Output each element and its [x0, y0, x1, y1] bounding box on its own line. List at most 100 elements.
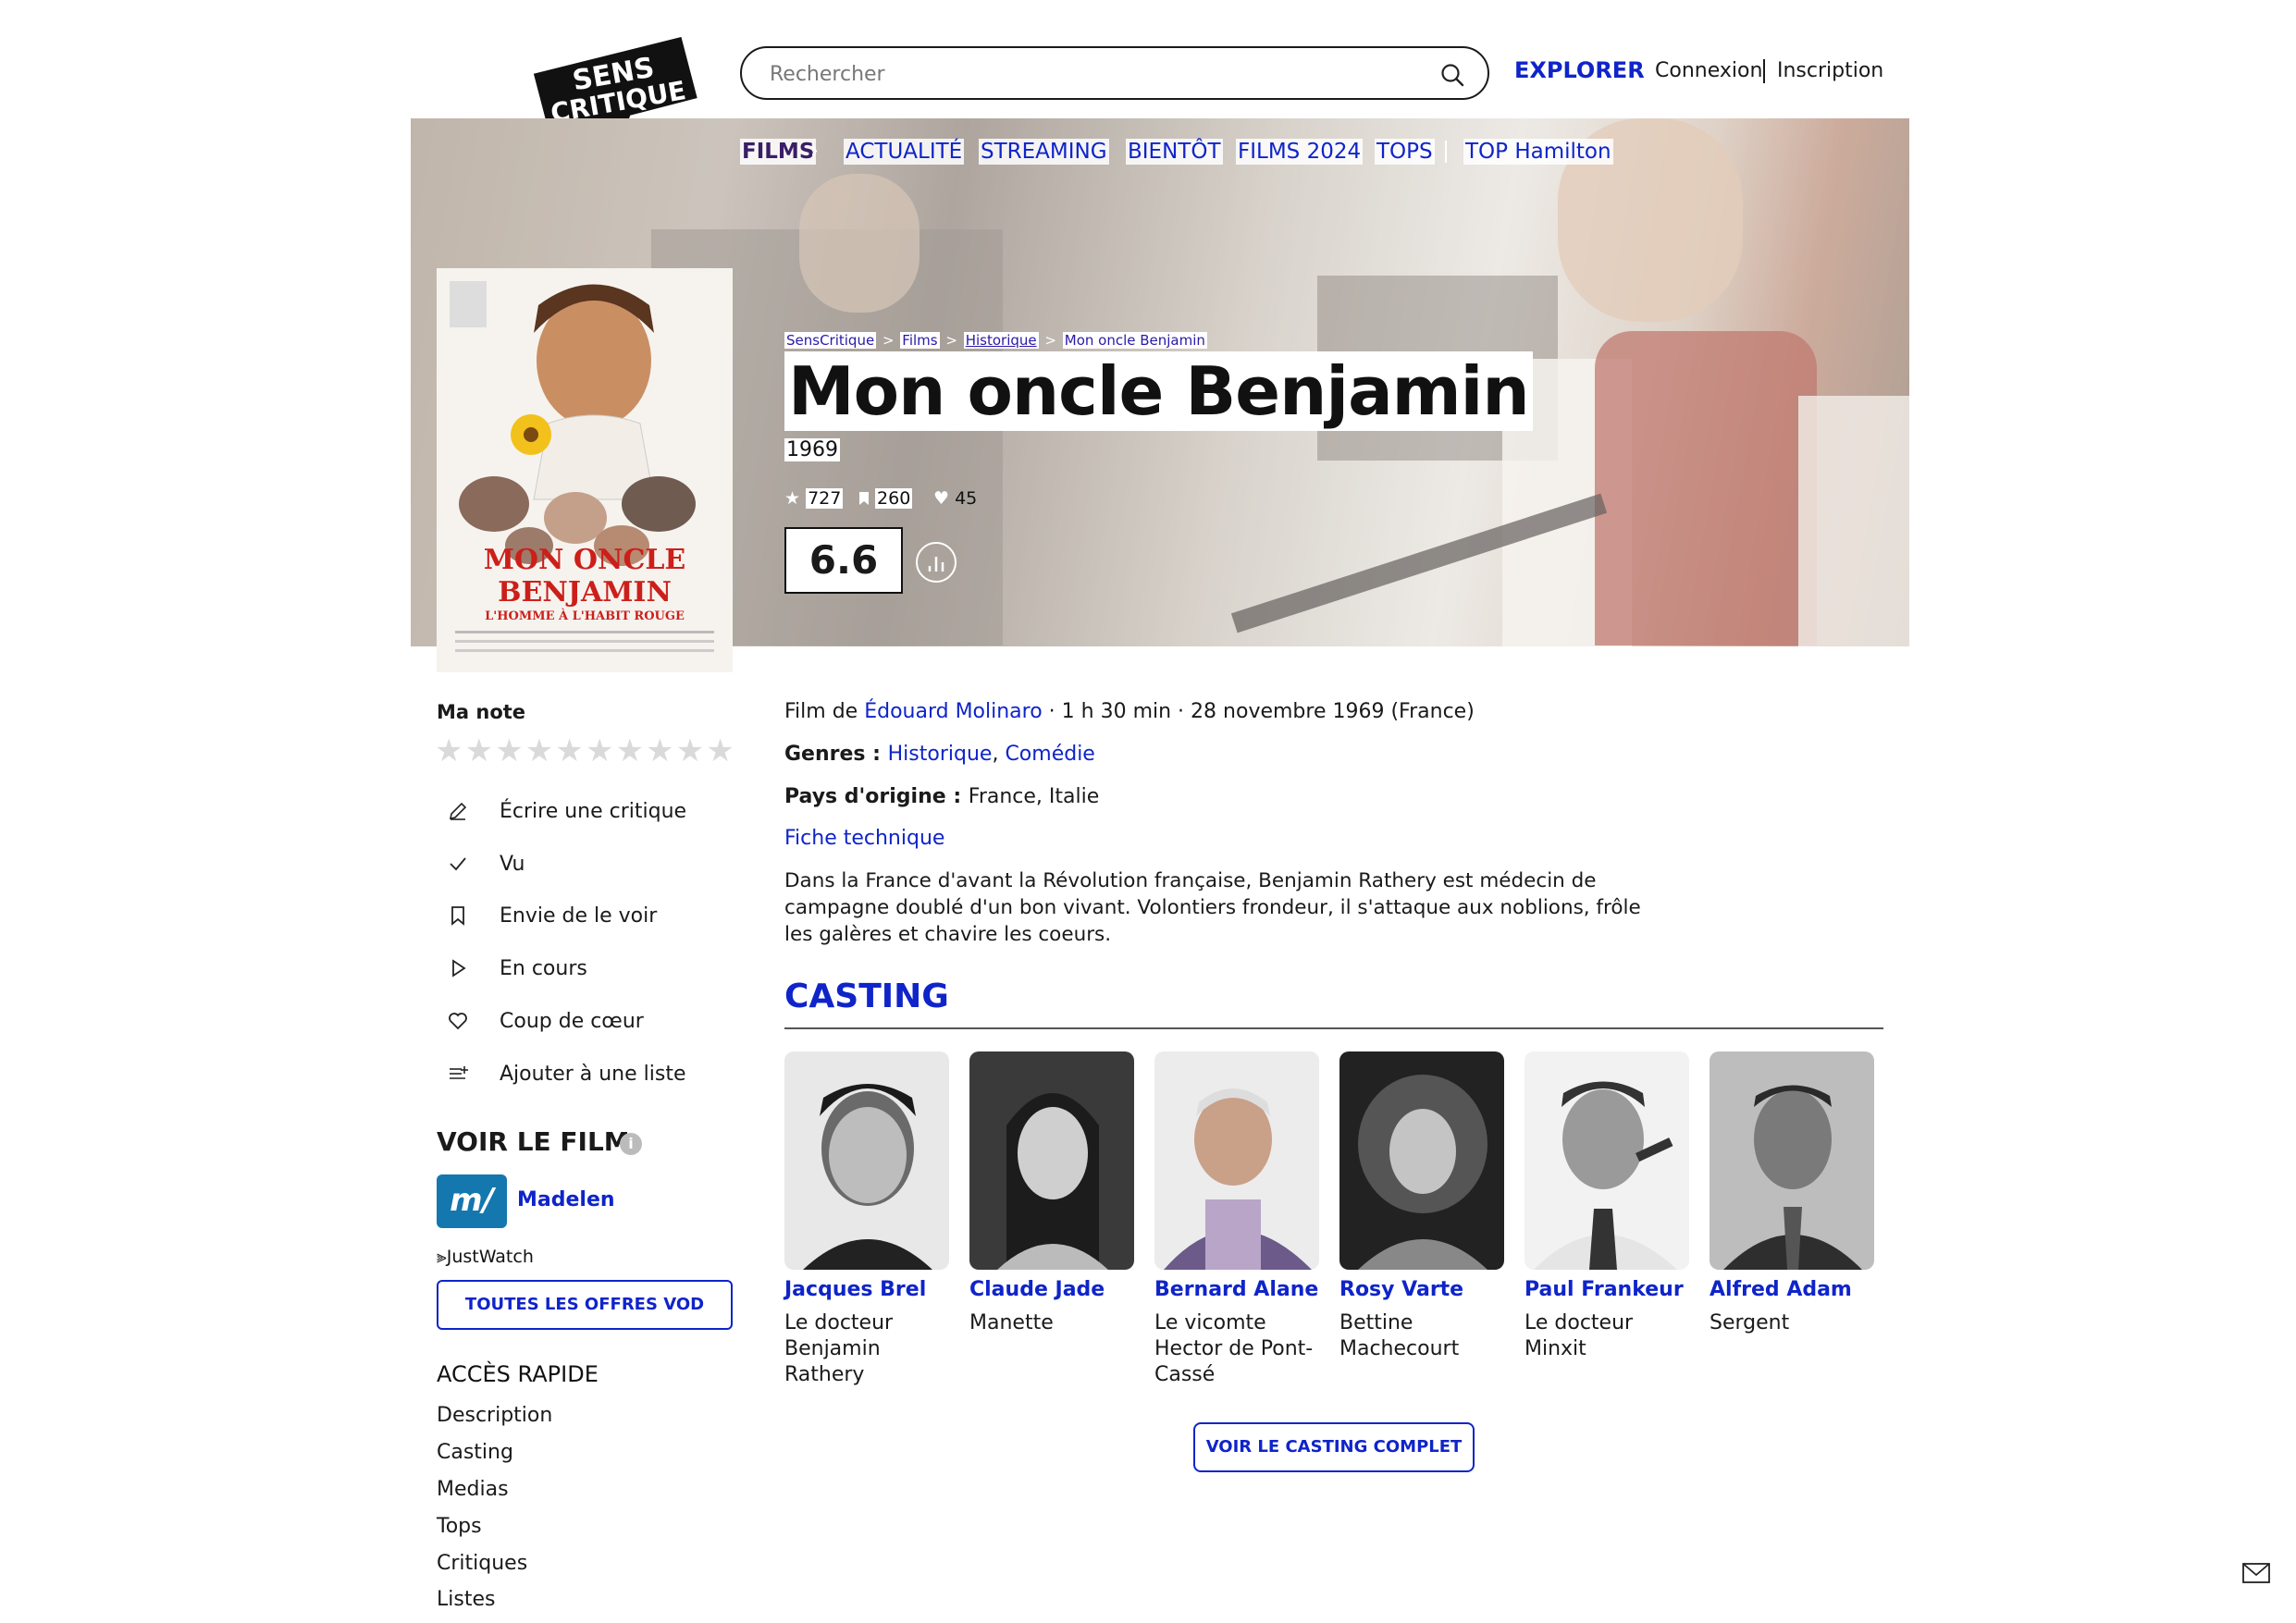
madelen-link[interactable]: Madelen: [517, 1188, 615, 1211]
quick-link-medias[interactable]: Medias: [437, 1478, 509, 1501]
casting-divider: [784, 1027, 1883, 1029]
quick-link-tops[interactable]: Tops: [437, 1515, 482, 1538]
bookmark-icon: [859, 492, 869, 505]
cast-name[interactable]: Paul Frankeur: [1524, 1278, 1689, 1301]
movie-poster[interactable]: MON ONCLE BENJAMIN L'HOMME À L'HABIT ROU…: [437, 268, 733, 672]
cast-role: Le docteur Benjamin Rathery: [784, 1311, 894, 1386]
inscription-link[interactable]: Inscription: [1777, 59, 1883, 82]
director-link[interactable]: Édouard Molinaro: [864, 700, 1042, 723]
justwatch-label[interactable]: ⫸JustWatch: [437, 1247, 534, 1267]
genre-link-comedie[interactable]: Comédie: [1005, 743, 1094, 766]
full-casting-button[interactable]: VOIR LE CASTING COMPLET: [1193, 1422, 1475, 1472]
justwatch-icon: ⫸: [437, 1247, 447, 1267]
info-icon[interactable]: i: [620, 1133, 642, 1155]
star-icon: ★: [784, 488, 801, 509]
cast-photo[interactable]: [1524, 1051, 1689, 1270]
nav-films-2024[interactable]: FILMS 2024: [1236, 139, 1364, 165]
breadcrumb-films[interactable]: Films: [900, 332, 940, 349]
madelen-logo[interactable]: m/: [437, 1174, 507, 1228]
quick-link-listes[interactable]: Listes: [437, 1588, 495, 1611]
cast-name[interactable]: Jacques Brel: [784, 1278, 949, 1301]
quick-link-description[interactable]: Description: [437, 1404, 552, 1427]
film-info-line: Film de Édouard Molinaro · 1 h 30 min · …: [784, 700, 1475, 723]
cast-photo[interactable]: [784, 1051, 949, 1270]
cast-role: Le vicomte Hector de Pont-Cassé: [1154, 1311, 1314, 1386]
nav-tops[interactable]: TOPS: [1375, 139, 1435, 165]
add-to-list-action[interactable]: Ajouter à une liste: [444, 1055, 686, 1092]
watch-section-title: VOIR LE FILM: [437, 1126, 630, 1157]
cast-name[interactable]: Alfred Adam: [1710, 1278, 1874, 1301]
cast-card[interactable]: Jacques Brel Le docteur Benjamin Rathery: [784, 1051, 949, 1388]
stats-chart-button[interactable]: [916, 542, 957, 583]
cast-card[interactable]: Claude Jade Manette: [969, 1051, 1134, 1336]
breadcrumb-historique[interactable]: Historique: [963, 332, 1039, 349]
cast-photo[interactable]: [969, 1051, 1134, 1270]
nav-streaming[interactable]: STREAMING: [979, 139, 1109, 165]
check-icon: [444, 850, 472, 878]
cast-card[interactable]: Bernard Alane Le vicomte Hector de Pont-…: [1154, 1051, 1319, 1388]
star-icon[interactable]: ★: [495, 732, 525, 769]
star-icon[interactable]: ★: [676, 732, 707, 769]
nav-bientot[interactable]: BIENTÔT: [1126, 139, 1223, 165]
star-icon[interactable]: ★: [706, 732, 736, 769]
star-icon[interactable]: ★: [465, 732, 496, 769]
wishlist-action[interactable]: Envie de le voir: [444, 897, 657, 934]
svg-text:BENJAMIN: BENJAMIN: [498, 576, 672, 609]
pencil-icon: [444, 797, 472, 825]
quick-link-critiques[interactable]: Critiques: [437, 1552, 527, 1575]
nav-divider: [1445, 141, 1447, 163]
favorite-action[interactable]: Coup de cœur: [444, 1002, 644, 1039]
rating-stars[interactable]: ★★★★★★★★★★: [435, 732, 736, 769]
breadcrumb-current[interactable]: Mon oncle Benjamin: [1062, 332, 1207, 349]
search-icon[interactable]: [1439, 62, 1465, 88]
svg-text:L'HOMME À L'HABIT ROUGE: L'HOMME À L'HABIT ROUGE: [485, 609, 685, 623]
cast-role: Le docteur Minxit: [1524, 1311, 1634, 1360]
heart-icon: [444, 1007, 472, 1035]
connexion-link[interactable]: Connexion: [1655, 59, 1762, 82]
cast-role: Bettine Machecourt: [1339, 1311, 1460, 1360]
country-line: Pays d'origine : France, Italie: [784, 785, 1100, 808]
star-icon[interactable]: ★: [525, 732, 556, 769]
search-input[interactable]: [770, 57, 1417, 91]
cast-photo[interactable]: [1154, 1051, 1319, 1270]
cast-card[interactable]: Alfred Adam Sergent: [1710, 1051, 1874, 1336]
star-icon[interactable]: ★: [435, 732, 465, 769]
my-rating-label: Ma note: [437, 701, 526, 723]
star-icon[interactable]: ★: [616, 732, 647, 769]
seen-action[interactable]: Vu: [444, 845, 525, 882]
cast-card[interactable]: Rosy Varte Bettine Machecourt: [1339, 1051, 1504, 1362]
cast-photo[interactable]: [1710, 1051, 1874, 1270]
search-bar[interactable]: [740, 46, 1489, 100]
write-review-action[interactable]: Écrire une critique: [444, 793, 686, 830]
quick-access-title: ACCÈS RAPIDE: [437, 1361, 599, 1387]
cast-role: Manette: [969, 1311, 1054, 1334]
star-icon[interactable]: ★: [555, 732, 586, 769]
cast-card[interactable]: Paul Frankeur Le docteur Minxit: [1524, 1051, 1689, 1362]
cast-name[interactable]: Rosy Varte: [1339, 1278, 1504, 1301]
nav-films[interactable]: FILMS: [740, 139, 817, 165]
genre-link-historique[interactable]: Historique: [888, 743, 993, 766]
mail-icon[interactable]: [2242, 1563, 2270, 1583]
bookmark-icon: [444, 902, 472, 929]
star-icon[interactable]: ★: [586, 732, 616, 769]
in-progress-action[interactable]: En cours: [444, 950, 587, 987]
explorer-link[interactable]: EXPLORER: [1514, 57, 1645, 83]
movie-title: Mon oncle Benjamin: [784, 351, 1533, 431]
cast-role: Sergent: [1710, 1311, 1790, 1334]
breadcrumb-senscritique[interactable]: SensCritique: [784, 332, 877, 349]
stats-chart-icon: [928, 557, 944, 572]
technical-sheet-link[interactable]: Fiche technique: [784, 827, 944, 850]
cast-photo[interactable]: [1339, 1051, 1504, 1270]
list-add-icon: [444, 1060, 472, 1088]
casting-title: CASTING: [784, 977, 949, 1015]
svg-text:MON ONCLE: MON ONCLE: [484, 544, 686, 576]
quick-link-casting[interactable]: Casting: [437, 1441, 513, 1464]
nav-top-hamilton[interactable]: TOP Hamilton: [1463, 139, 1613, 165]
cast-name[interactable]: Bernard Alane: [1154, 1278, 1319, 1301]
wishlist-count: 260: [858, 488, 913, 509]
nav-actualite[interactable]: ACTUALITÉ: [844, 139, 965, 165]
star-icon[interactable]: ★: [646, 732, 676, 769]
average-score: 6.6: [784, 527, 903, 594]
all-vod-offers-button[interactable]: TOUTES LES OFFRES VOD: [437, 1280, 733, 1330]
cast-name[interactable]: Claude Jade: [969, 1278, 1134, 1301]
